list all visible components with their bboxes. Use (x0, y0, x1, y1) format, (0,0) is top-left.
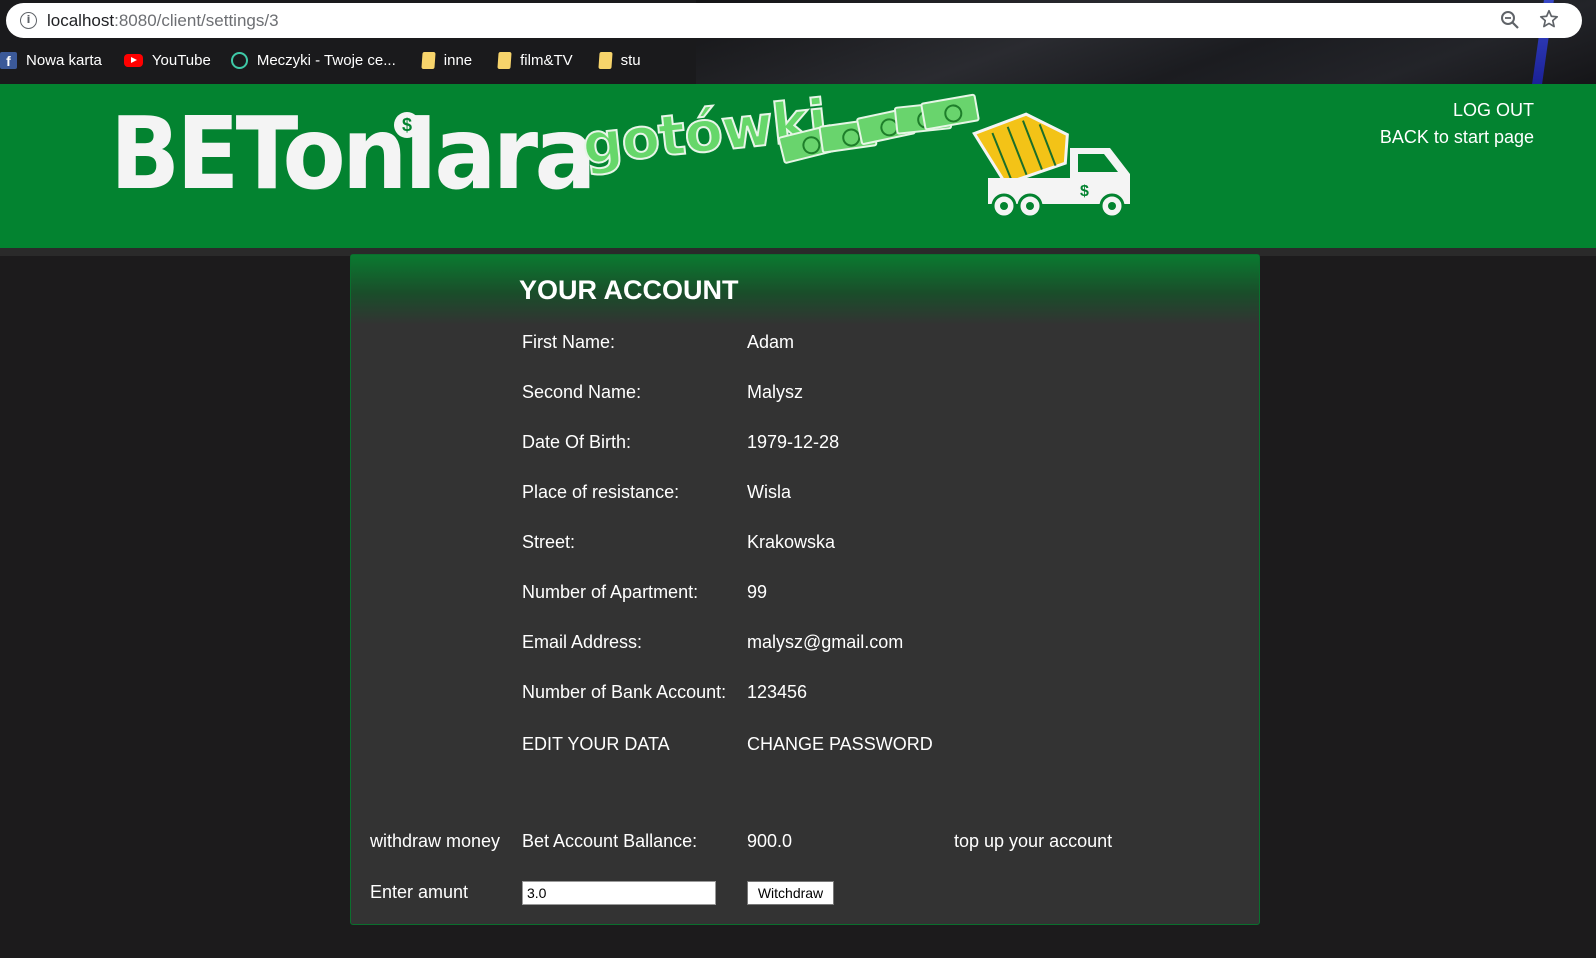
bookmark-label: YouTube (151, 51, 211, 69)
address-bar[interactable]: i localhost:8080/client/settings/3 (6, 3, 1582, 38)
svg-text:$: $ (1080, 183, 1089, 200)
zoom-icon[interactable] (1500, 10, 1520, 30)
field-value: Malysz (747, 382, 804, 402)
field-value: Wisla (747, 482, 791, 502)
field-label: Second Name: (522, 382, 642, 402)
field-value: Adam (747, 332, 795, 352)
amount-input[interactable] (522, 881, 716, 905)
bookmark-label: film&TV (520, 51, 573, 69)
folder-icon (421, 51, 436, 69)
field-value: Krakowska (747, 532, 836, 552)
balance-label: Bet Account Ballance: (522, 831, 698, 851)
field-label: Street: (522, 532, 576, 552)
facebook-icon: f (0, 51, 17, 69)
cement-truck-icon: $ (972, 112, 1130, 218)
url-host: localhost (47, 11, 115, 30)
field-label: Number of Bank Account: (522, 682, 727, 702)
field-value: 99 (747, 582, 768, 602)
field-value: 1979-12-28 (747, 432, 840, 452)
edit-data-link[interactable]: EDIT YOUR DATA (522, 734, 670, 755)
field-label: Place of resistance: (522, 482, 680, 502)
url-text[interactable]: localhost:8080/client/settings/3 (47, 11, 279, 31)
bookmark-youtube[interactable]: YouTube (122, 52, 211, 69)
url-path: :8080/client/settings/3 (114, 11, 279, 30)
folder-icon (497, 51, 512, 69)
site-info-icon[interactable]: i (20, 12, 37, 29)
back-to-start-link[interactable]: BACK to start page (1380, 124, 1534, 151)
field-label: Email Address: (522, 632, 643, 652)
field-value: 123456 (747, 682, 808, 702)
bookmark-folder-inne[interactable]: inne (416, 51, 473, 69)
bookmark-star-icon[interactable] (1538, 8, 1560, 30)
top-up-link[interactable]: top up your account (954, 831, 1112, 852)
bookmark-label: stu (620, 51, 641, 69)
bookmark-label: Meczyki - Twoje ce... (256, 51, 396, 69)
field-label: Number of Apartment: (522, 582, 699, 602)
bookmark-folder-film-tv[interactable]: film&TV (492, 51, 573, 69)
folder-icon (598, 51, 613, 69)
youtube-icon (123, 53, 143, 67)
balance-value: 900.0 (747, 831, 793, 851)
logo-betoniara: BETonIara (110, 95, 597, 212)
bookmark-meczyki[interactable]: Meczyki - Twoje ce... (230, 51, 396, 69)
header-nav: LOG OUT BACK to start page (1380, 97, 1534, 151)
bookmark-label: Nowa karta (26, 51, 102, 69)
bookmarks-bar: f Nowa karta YouTube Meczyki - Twoje ce.… (0, 47, 661, 73)
account-panel-header (351, 255, 1259, 325)
browser-chrome: i localhost:8080/client/settings/3 f Now… (0, 0, 1596, 84)
field-label: Date Of Birth: (522, 432, 632, 452)
field-label: First Name: (522, 332, 616, 352)
amount-label: Enter amunt (370, 882, 469, 902)
money-bills-icon (777, 93, 981, 170)
bookmark-nowa-karta[interactable]: f Nowa karta (0, 51, 102, 69)
field-value: malysz@gmail.com (747, 632, 904, 652)
dollar-coin-icon: $ (394, 112, 420, 138)
withdraw-button[interactable]: Witchdraw (747, 881, 834, 905)
bookmark-label: inne (443, 51, 473, 69)
account-panel: YOUR ACCOUNT First Name: Adam Second Nam… (350, 254, 1260, 925)
change-password-link[interactable]: CHANGE PASSWORD (747, 734, 933, 755)
account-title: YOUR ACCOUNT (519, 275, 739, 305)
meczyki-icon (230, 51, 248, 69)
bookmark-folder-stu[interactable]: stu (593, 51, 641, 69)
withdraw-money-link[interactable]: withdraw money (370, 831, 500, 852)
logout-link[interactable]: LOG OUT (1380, 97, 1534, 124)
